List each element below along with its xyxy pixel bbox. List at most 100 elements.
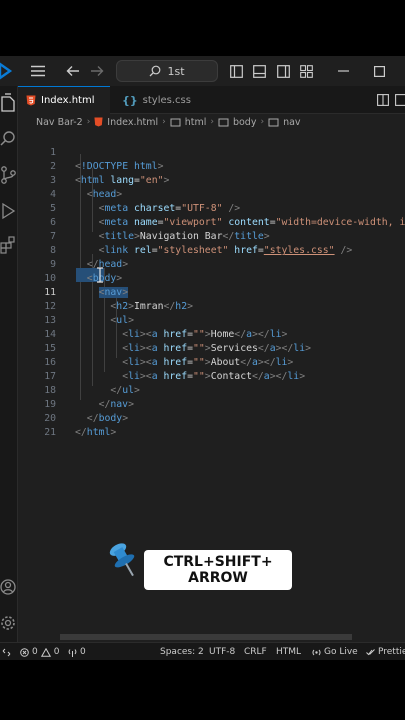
- minimize-icon[interactable]: [336, 56, 350, 86]
- breadcrumb-folder[interactable]: Nav Bar-2: [36, 117, 83, 128]
- shortcut-badge: CTRL+SHIFT+ ARROW: [144, 550, 292, 590]
- code-line: 18 </nav>: [18, 370, 405, 410]
- code-line: 13 <li><a href="">Home</a></li>: [18, 300, 405, 340]
- breadcrumb-file[interactable]: Index.html: [107, 117, 158, 128]
- antenna-icon: [68, 648, 77, 657]
- tab-styles-css[interactable]: {} styles.css: [114, 86, 194, 114]
- breadcrumb: Nav Bar-2 › Index.html › html › body › n…: [18, 114, 405, 130]
- tab-label: styles.css: [142, 94, 191, 106]
- line-number: 21: [44, 427, 56, 439]
- code-line: 21: [18, 412, 405, 438]
- split-editor-icon[interactable]: [394, 86, 405, 114]
- toggle-panel-icon[interactable]: [251, 56, 267, 86]
- search-icon: [150, 65, 161, 77]
- element-icon: [268, 118, 279, 126]
- title-bar: 1st: [0, 56, 405, 86]
- command-center-search[interactable]: 1st: [116, 60, 218, 82]
- ports-count: 0: [80, 647, 86, 657]
- tab-label: Index.html: [41, 95, 95, 106]
- top-letterbox: [0, 0, 405, 56]
- html-file-icon: [94, 117, 103, 127]
- code-line: 9 <body>: [18, 244, 405, 284]
- go-live-text: Go Live: [324, 647, 358, 657]
- encoding-text: UTF-8: [209, 647, 236, 657]
- warning-count: 0: [53, 647, 60, 657]
- settings-gear-icon[interactable]: [0, 612, 18, 634]
- broadcast-icon: [312, 649, 321, 655]
- account-icon[interactable]: [0, 576, 18, 598]
- go-live-button[interactable]: Go Live: [312, 643, 358, 661]
- code-line: 14 <li><a href="">Services</a></li>: [18, 314, 405, 354]
- chevron-right-icon: ›: [210, 117, 214, 127]
- chevron-right-icon: ›: [86, 117, 91, 127]
- code-line: 17 </ul>: [18, 356, 405, 396]
- error-count: 0: [32, 647, 38, 657]
- extensions-icon[interactable]: [0, 234, 18, 256]
- ports-indicator[interactable]: 0: [68, 643, 86, 661]
- toggle-sidebar-icon[interactable]: [228, 56, 244, 86]
- code-token: html: [86, 427, 111, 439]
- html-file-icon: [26, 95, 36, 106]
- remote-indicator[interactable]: [2, 643, 11, 661]
- language-text: HTML: [276, 647, 302, 657]
- search-text: 1st: [167, 64, 185, 78]
- text-cursor-icon: [97, 267, 103, 283]
- run-debug-icon[interactable]: [0, 200, 18, 222]
- code-line: 3 <head>: [18, 160, 405, 200]
- forward-arrow-icon[interactable]: [88, 56, 106, 86]
- tab-index-html[interactable]: Index.html: [18, 86, 110, 114]
- code-line: 12 <ul>: [18, 286, 405, 326]
- error-icon: [20, 647, 29, 657]
- source-control-icon[interactable]: [0, 164, 18, 186]
- element-icon: [218, 118, 229, 126]
- chevron-right-icon: ›: [162, 117, 166, 127]
- code-line: 20 </html>: [18, 398, 405, 438]
- code-line: 7 <link rel="stylesheet" href="styles.cs…: [18, 216, 405, 256]
- status-bar: 0 0 0 Spaces: 2 UTF-8 CRLF HTML Go Live …: [0, 642, 405, 660]
- chevron-right-icon: ›: [260, 117, 265, 127]
- code-line-current: 11 <h2>Imran</h2>: [18, 272, 405, 312]
- breadcrumb-html[interactable]: html: [185, 117, 207, 128]
- code-line: 15 <li><a href="">About</a></li>: [18, 328, 405, 368]
- code-line: 8 </head>: [18, 230, 405, 270]
- eol-indicator[interactable]: CRLF: [244, 643, 267, 661]
- double-check-icon: [366, 648, 375, 655]
- breadcrumb-body[interactable]: body: [233, 117, 257, 128]
- code-line: 4 <meta charset="UTF-8" />: [18, 174, 405, 214]
- back-arrow-icon[interactable]: [64, 56, 82, 86]
- encoding-indicator[interactable]: UTF-8: [209, 643, 235, 661]
- problems-indicator[interactable]: 0 0: [20, 643, 59, 661]
- search-sidebar-icon[interactable]: [0, 128, 18, 150]
- element-icon: [170, 118, 181, 126]
- code-line: 2 <html lang="en">: [18, 146, 405, 186]
- warning-icon: [40, 647, 51, 657]
- editor-tabs: Index.html {} styles.css: [18, 86, 405, 114]
- prettier-indicator[interactable]: Prettie: [366, 643, 405, 661]
- activity-bar: [0, 86, 18, 652]
- prettier-text: Prettie: [378, 647, 405, 657]
- shortcut-line-2: ARROW: [188, 570, 248, 586]
- code-line: 19 </body>: [18, 384, 405, 424]
- css-file-icon: {}: [122, 93, 138, 107]
- maximize-icon[interactable]: [372, 56, 386, 86]
- code-line: 6 <title>Navigation Bar</title>: [18, 202, 405, 242]
- split-editor-icon[interactable]: [376, 86, 390, 114]
- code-line: 16 <li><a href="">Contact</a></li>: [18, 342, 405, 382]
- code-line: 1 <!DOCTYPE html>: [18, 132, 405, 172]
- pushpin-icon: [109, 543, 135, 577]
- bottom-letterbox: [0, 660, 405, 720]
- shortcut-line-1: CTRL+SHIFT+: [163, 554, 273, 570]
- language-indicator[interactable]: HTML: [276, 643, 301, 661]
- remote-icon: [2, 648, 11, 656]
- code-line: 5 <meta name="viewport" content="width=d…: [18, 188, 405, 228]
- customize-layout-icon[interactable]: [298, 56, 314, 86]
- eol-text: CRLF: [244, 647, 267, 657]
- horizontal-scrollbar[interactable]: [60, 634, 352, 640]
- toggle-secondary-sidebar-icon[interactable]: [275, 56, 291, 86]
- breadcrumb-nav[interactable]: nav: [283, 117, 300, 128]
- indentation-indicator[interactable]: Spaces: 2: [160, 643, 204, 661]
- indentation-text: Spaces: 2: [160, 647, 204, 657]
- vscode-logo-icon: [0, 62, 13, 80]
- explorer-icon[interactable]: [0, 92, 18, 114]
- menu-icon[interactable]: [28, 56, 48, 86]
